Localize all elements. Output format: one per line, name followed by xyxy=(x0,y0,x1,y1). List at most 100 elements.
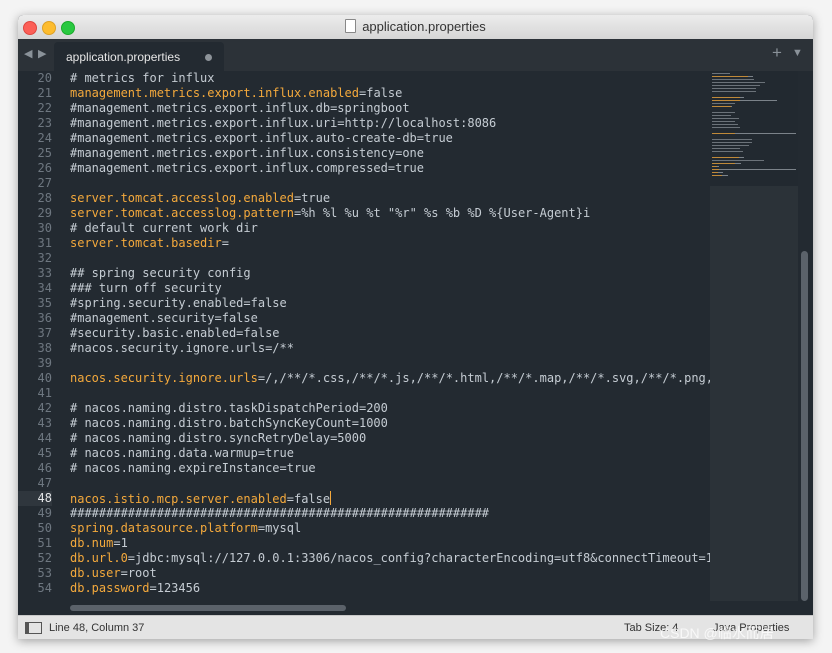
minimap-line xyxy=(735,163,741,164)
code-line[interactable]: #management.metrics.export.influx.compre… xyxy=(70,161,710,176)
editor-area[interactable]: 20 21 22 23 24 25 26 27 28 29 30 31 32 33 34 35 36 37 38 39… xyxy=(18,71,813,601)
tab-nav-right-icon[interactable]: ▶ xyxy=(38,47,46,60)
document-icon xyxy=(345,19,357,33)
new-tab-icon[interactable]: + xyxy=(772,43,782,63)
code-line[interactable]: management.metrics.export.influx.enabled… xyxy=(70,86,710,101)
panel-toggle-icon[interactable] xyxy=(25,622,42,634)
tab-menu-icon[interactable]: ▼ xyxy=(792,47,803,59)
minimap-line xyxy=(712,133,736,134)
code-line[interactable] xyxy=(70,386,710,401)
minimap-line xyxy=(712,169,720,170)
line-number: 49 xyxy=(37,506,52,520)
line-number: 26 xyxy=(37,161,52,175)
comment-text: # nacos.naming.distro.taskDispatchPeriod… xyxy=(70,401,388,415)
minimap-line xyxy=(712,76,748,77)
line-number: 31 xyxy=(37,236,52,250)
equals-sign: = xyxy=(127,551,136,565)
code-line[interactable]: # nacos.naming.expireInstance=true xyxy=(70,461,710,476)
code-line[interactable]: # nacos.naming.distro.batchSyncKeyCount=… xyxy=(70,416,710,431)
line-number: 51 xyxy=(37,536,52,550)
minimap-line xyxy=(712,127,740,128)
unsaved-dot-icon[interactable] xyxy=(205,54,212,61)
code-line[interactable]: server.tomcat.accesslog.pattern=%h %l %u… xyxy=(70,206,710,221)
code-line[interactable]: #management.security=false xyxy=(70,311,710,326)
property-value: root xyxy=(127,566,157,580)
vertical-scrollbar[interactable] xyxy=(801,251,808,601)
code-line[interactable]: # nacos.naming.distro.syncRetryDelay=500… xyxy=(70,431,710,446)
comment-text: # nacos.naming.distro.syncRetryDelay=500… xyxy=(70,431,367,445)
code-line[interactable]: #nacos.security.ignore.urls=/** xyxy=(70,341,710,356)
code-view[interactable]: # metrics for influx management.metrics.e… xyxy=(70,71,710,601)
property-value: /,/**/*.css,/**/*.js,/**/*.html,/**/*.ma… xyxy=(265,371,710,385)
minimap-line xyxy=(739,97,745,98)
comment-text: #management.metrics.export.influx.auto-c… xyxy=(70,131,453,145)
code-line[interactable] xyxy=(70,176,710,191)
minimap-line xyxy=(712,115,731,116)
code-line[interactable]: #management.metrics.export.influx.uri=ht… xyxy=(70,116,710,131)
code-line[interactable]: nacos.istio.mcp.server.enabled=false xyxy=(70,491,710,506)
code-line[interactable]: # metrics for influx xyxy=(70,71,710,86)
minimap-line xyxy=(739,100,777,101)
property-value: true xyxy=(301,191,331,205)
minimap-line xyxy=(712,163,736,164)
code-line[interactable]: db.num=1 xyxy=(70,536,710,551)
minimap-line xyxy=(712,103,736,104)
code-line[interactable]: ## spring security config xyxy=(70,266,710,281)
equals-sign: = xyxy=(257,521,266,535)
minimap-line xyxy=(717,166,720,167)
line-number: 53 xyxy=(37,566,52,580)
minimap-viewport[interactable] xyxy=(710,186,798,601)
minimap-line xyxy=(712,73,730,74)
code-line[interactable]: #management.metrics.export.influx.db=spr… xyxy=(70,101,710,116)
code-line[interactable]: spring.datasource.platform=mysql xyxy=(70,521,710,536)
line-number: 42 xyxy=(37,401,52,415)
equals-sign: = xyxy=(257,371,266,385)
code-line[interactable]: #management.metrics.export.influx.consis… xyxy=(70,146,710,161)
minimap-line xyxy=(712,124,739,125)
line-number: 29 xyxy=(37,206,52,220)
tab-application-properties[interactable]: application.properties xyxy=(54,42,224,71)
line-number: 22 xyxy=(37,101,52,115)
code-line[interactable]: # nacos.naming.data.warmup=true xyxy=(70,446,710,461)
minimap-line xyxy=(712,91,757,92)
minimap-line xyxy=(712,97,740,98)
code-line[interactable]: # default current work dir xyxy=(70,221,710,236)
minimap-line xyxy=(712,151,743,152)
minimap-line xyxy=(712,106,731,107)
title-bar: application.properties xyxy=(18,15,813,40)
window-title-text: application.properties xyxy=(362,19,486,34)
code-line[interactable]: #spring.security.enabled=false xyxy=(70,296,710,311)
comment-text: #management.metrics.export.influx.compre… xyxy=(70,161,425,175)
horizontal-scrollbar-track[interactable] xyxy=(18,601,813,615)
code-line[interactable]: #security.basic.enabled=false xyxy=(70,326,710,341)
tab-bar: ◀ ▶ application.properties + ▼ xyxy=(18,39,813,71)
code-line[interactable]: server.tomcat.accesslog.enabled=true xyxy=(70,191,710,206)
code-line[interactable] xyxy=(70,251,710,266)
minimap-line xyxy=(712,118,739,119)
line-number: 24 xyxy=(37,131,52,145)
code-line[interactable]: ### turn off security xyxy=(70,281,710,296)
horizontal-scrollbar[interactable] xyxy=(70,605,346,611)
comment-text: #management.security=false xyxy=(70,311,258,325)
minimap-line xyxy=(719,169,796,170)
code-line[interactable] xyxy=(70,476,710,491)
property-key: nacos.security.ignore.urls xyxy=(70,371,258,385)
line-number-gutter: 20 21 22 23 24 25 26 27 28 29 30 31 32 33 34 35 36 37 38 39… xyxy=(18,71,52,601)
code-line[interactable]: #management.metrics.export.influx.auto-c… xyxy=(70,131,710,146)
comment-text: # default current work dir xyxy=(70,221,258,235)
minimap[interactable] xyxy=(710,71,798,601)
minimap-line xyxy=(718,172,723,173)
code-line[interactable]: server.tomcat.basedir= xyxy=(70,236,710,251)
tab-label: application.properties xyxy=(66,50,181,64)
code-line[interactable]: # nacos.naming.distro.taskDispatchPeriod… xyxy=(70,401,710,416)
code-line[interactable] xyxy=(70,356,710,371)
tab-nav-left-icon[interactable]: ◀ xyxy=(24,47,32,60)
code-line[interactable]: db.url.0=jdbc:mysql://127.0.0.1:3306/nac… xyxy=(70,551,710,566)
line-number: 48 xyxy=(18,491,52,506)
code-line[interactable]: db.user=root xyxy=(70,566,710,581)
watermark: CSDN @临水而居 xyxy=(660,625,774,641)
code-line[interactable]: ########################################… xyxy=(70,506,710,521)
code-line[interactable]: nacos.security.ignore.urls=/,/**/*.css,/… xyxy=(70,371,710,386)
code-line[interactable]: db.password=123456 xyxy=(70,581,710,596)
comment-text: # nacos.naming.expireInstance=true xyxy=(70,461,316,475)
